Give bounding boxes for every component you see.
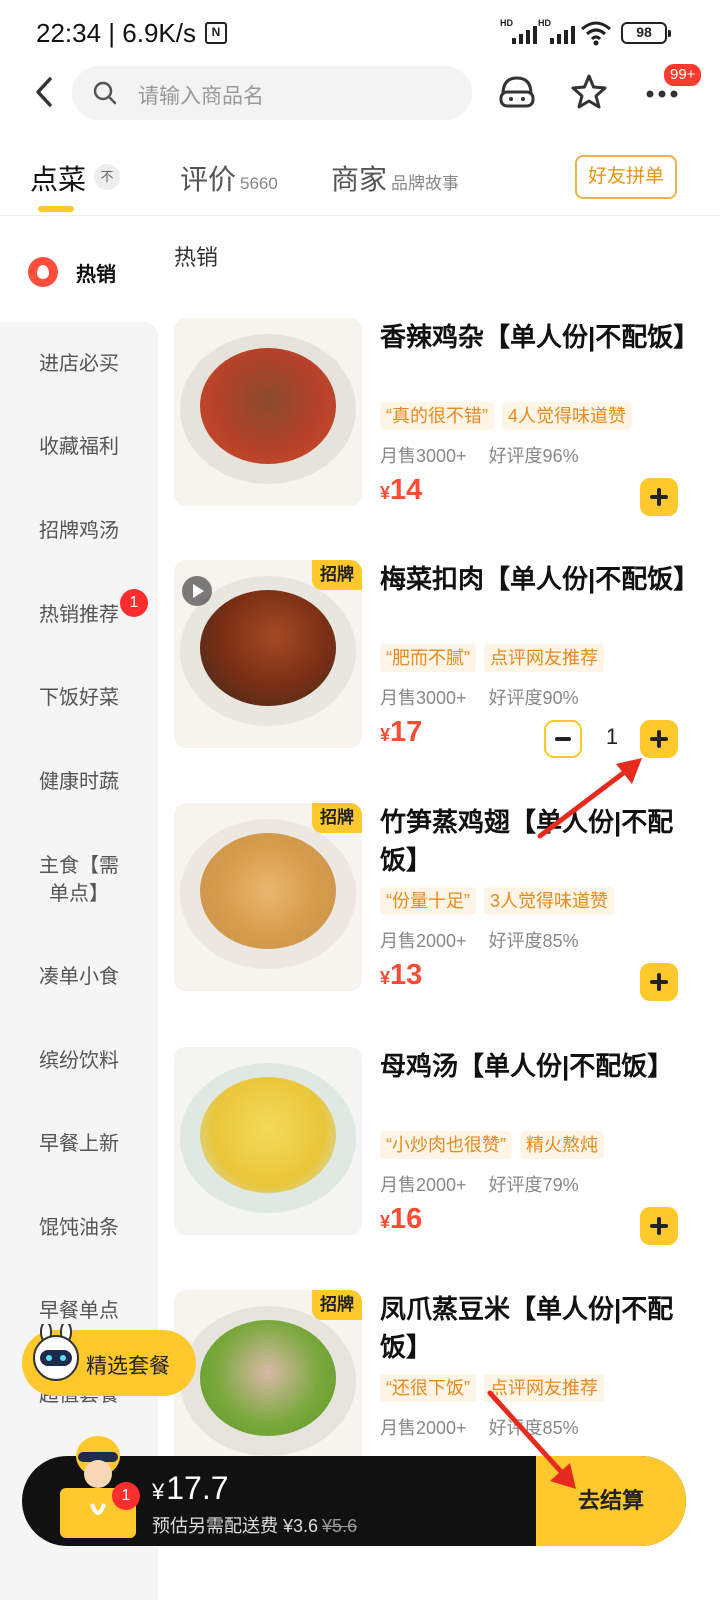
product-tag: “份量十足” xyxy=(380,887,476,915)
product-card[interactable]: 招牌 梅菜扣肉【单人份|不配饭】 “肥而不腻” 点评网友推荐 月售3000+ 好评… xyxy=(174,560,700,770)
product-stats: 月售2000+ 好评度85% xyxy=(380,1418,579,1438)
sidebar-item[interactable]: 早餐上新 xyxy=(0,1130,158,1158)
sidebar-item[interactable]: 缤纷饮料 xyxy=(0,1047,158,1075)
product-tag: 点评网友推荐 xyxy=(484,644,604,672)
product-tag: 4人觉得味道赞 xyxy=(502,402,633,430)
tab-bar: 点菜 不 评价 5660 商家 品牌故事 好友拼单 xyxy=(0,140,720,216)
product-image: 招牌 xyxy=(174,1290,362,1478)
signature-badge: 招牌 xyxy=(312,1290,362,1320)
product-name: 梅菜扣肉【单人份|不配饭】 xyxy=(380,564,700,594)
sidebar-item[interactable]: 健康时蔬 xyxy=(0,768,158,796)
product-price: ¥13 xyxy=(380,959,423,991)
product-image xyxy=(174,318,362,506)
sidebar-item[interactable]: 早餐单点 xyxy=(0,1297,158,1325)
wifi-icon xyxy=(581,21,611,46)
section-title: 热销 xyxy=(174,245,219,270)
battery-icon: 98 xyxy=(621,22,671,44)
product-name: 竹笋蒸鸡翅【单人份|不配饭】 xyxy=(380,807,674,875)
product-card[interactable]: 招牌 竹笋蒸鸡翅【单人份|不配饭】 “份量十足” 3人觉得味道赞 月售2000+… xyxy=(174,803,694,1013)
robot-mascot-icon xyxy=(33,1324,79,1381)
header: 请输入商品名 99+ xyxy=(0,62,720,120)
flame-icon xyxy=(28,257,58,287)
sidebar-item[interactable]: 招牌鸡汤 xyxy=(0,517,158,545)
signature-badge: 招牌 xyxy=(312,803,362,833)
product-tag: “真的很不错” xyxy=(380,402,494,430)
tab-underline xyxy=(38,206,74,212)
sidebar-item[interactable]: 进店必买 xyxy=(0,350,158,378)
sidebar-item[interactable]: 凑单小食 xyxy=(0,963,158,991)
tab-pin-icon: 不 xyxy=(94,164,120,190)
product-tag: 点评网友推荐 xyxy=(484,1374,604,1402)
sidebar-badge: 1 xyxy=(120,589,148,617)
cart-count-badge: 1 xyxy=(112,1482,140,1510)
customer-service-icon[interactable] xyxy=(497,72,537,112)
add-button[interactable] xyxy=(640,720,678,758)
quantity-value: 1 xyxy=(605,724,619,749)
nfc-icon: N xyxy=(205,22,227,44)
product-image: 招牌 xyxy=(174,560,362,748)
sidebar-item[interactable]: 下饭好菜 xyxy=(0,684,158,712)
checkout-button[interactable]: 去结算 xyxy=(536,1456,686,1546)
product-price: ¥16 xyxy=(380,1203,423,1235)
add-button[interactable] xyxy=(640,963,678,1001)
more-badge: 99+ xyxy=(662,62,704,88)
tab-merchant[interactable]: 商家 品牌故事 xyxy=(331,158,459,198)
group-order-button[interactable]: 好友拼单 xyxy=(575,155,677,199)
status-bar: 22:34 | 6.9K/s N HD HD 98 xyxy=(0,0,720,64)
sidebar-item[interactable]: 收藏福利 xyxy=(0,433,158,461)
play-icon[interactable] xyxy=(182,576,212,606)
product-price: ¥14 xyxy=(380,474,423,506)
product-stats: 月售3000+ 好评度96% xyxy=(380,446,579,466)
product-card[interactable]: 母鸡汤【单人份|不配饭】 “小炒肉也很赞” 精火熬炖 月售2000+ 好评度79%… xyxy=(174,1047,694,1257)
product-stats: 月售2000+ 好评度85% xyxy=(380,931,579,951)
search-input[interactable]: 请输入商品名 xyxy=(72,66,472,120)
product-image: 招牌 xyxy=(174,803,362,991)
status-time: 22:34 | 6.9K/s xyxy=(36,18,196,48)
search-icon xyxy=(93,81,117,105)
product-stats: 月售3000+ 好评度90% xyxy=(380,688,579,708)
product-image xyxy=(174,1047,362,1235)
add-button[interactable] xyxy=(640,1207,678,1245)
tab-order[interactable]: 点菜 xyxy=(30,158,86,198)
product-tag: 3人觉得味道赞 xyxy=(484,887,615,915)
product-name: 香辣鸡杂【单人份|不配饭】 xyxy=(380,322,700,352)
search-placeholder: 请输入商品名 xyxy=(138,85,264,108)
sidebar-item-label: 热销推荐 xyxy=(39,604,119,626)
product-stats: 月售2000+ 好评度79% xyxy=(380,1175,579,1195)
delivery-fee: 预估另需配送费 ¥3.6 ¥5.6 xyxy=(152,1516,358,1536)
set-meal-label: 精选套餐 xyxy=(86,1355,170,1378)
category-sidebar: 进店必买 收藏福利 招牌鸡汤 热销推荐 1 下饭好菜 健康时蔬 主食【需单点】 … xyxy=(0,322,158,1600)
sidebar-item-hot-recommend[interactable]: 热销推荐 1 xyxy=(0,589,158,629)
sidebar-hot[interactable]: 热销 xyxy=(0,217,158,322)
product-tag: “小炒肉也很赞” xyxy=(380,1131,512,1159)
signal-icon-2: HD xyxy=(538,18,584,46)
product-tag: 精火熬炖 xyxy=(520,1131,604,1159)
signature-badge: 招牌 xyxy=(312,560,362,590)
product-name: 凤爪蒸豆米【单人份|不配饭】 xyxy=(380,1294,674,1362)
decrease-button[interactable] xyxy=(544,720,582,758)
set-meal-button[interactable]: 精选套餐 xyxy=(22,1324,196,1396)
cart-total: ¥17.7 xyxy=(152,1470,229,1506)
product-price: ¥17 xyxy=(380,716,423,748)
tab-reviews[interactable]: 评价 5660 xyxy=(180,158,278,198)
product-tag: “还很下饭” xyxy=(380,1374,476,1402)
sidebar-item-hot: 热销 xyxy=(76,263,116,286)
checkout-bar: 1 ¥17.7 预估另需配送费 ¥3.6 ¥5.6 去结算 xyxy=(22,1436,686,1546)
add-button[interactable] xyxy=(640,478,678,516)
sidebar-item[interactable]: 主食【需单点】 xyxy=(0,852,158,908)
back-icon[interactable] xyxy=(30,74,60,110)
favorite-star-icon[interactable] xyxy=(569,72,609,112)
sidebar-item[interactable]: 馄饨油条 xyxy=(0,1214,158,1242)
product-name: 母鸡汤【单人份|不配饭】 xyxy=(380,1051,674,1081)
product-card[interactable]: 香辣鸡杂【单人份|不配饭】 “真的很不错” 4人觉得味道赞 月售3000+ 好评度… xyxy=(174,318,700,528)
product-tag: “肥而不腻” xyxy=(380,644,476,672)
